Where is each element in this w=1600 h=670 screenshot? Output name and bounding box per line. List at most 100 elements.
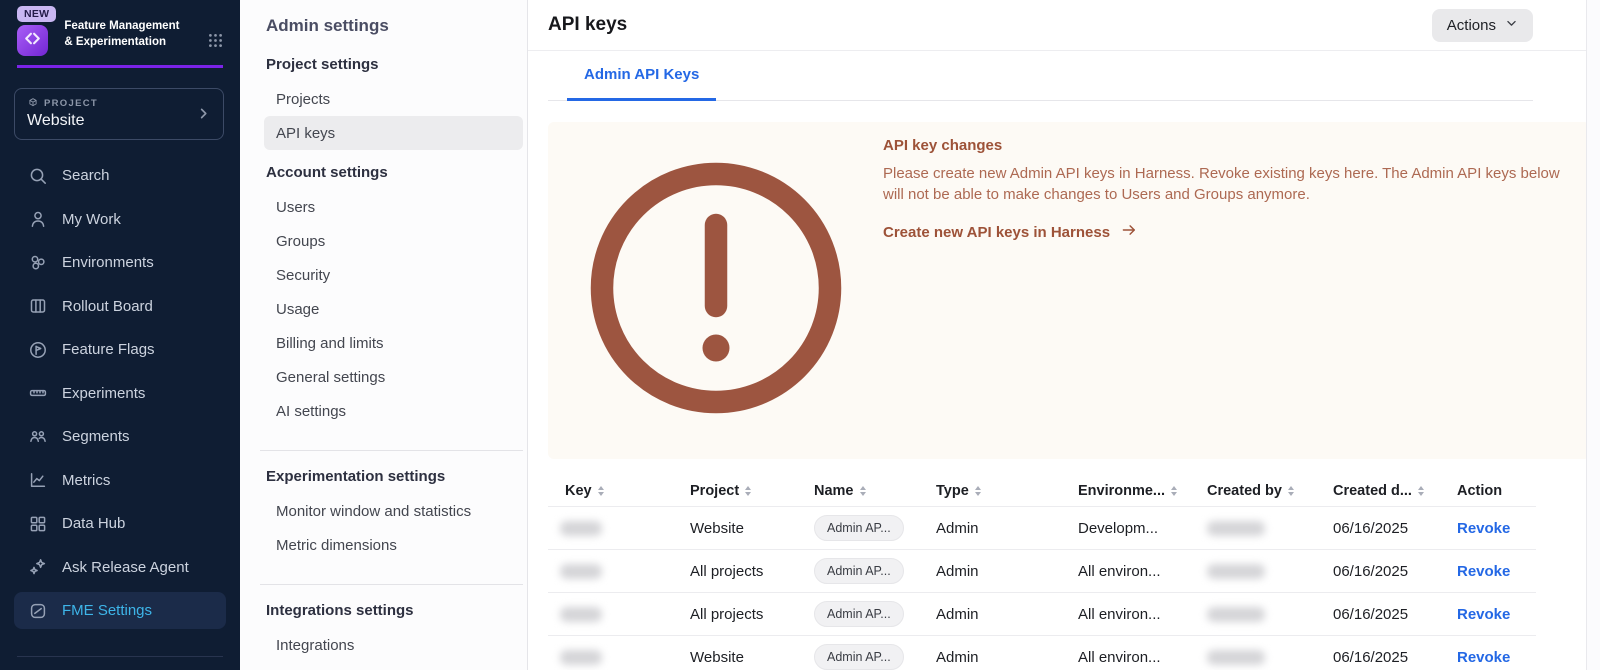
sidebar-nav-item[interactable]: Environments <box>0 241 240 285</box>
environments-icon <box>28 253 48 273</box>
sidebar-nav-label: Environments <box>62 254 154 271</box>
sort-icon[interactable] <box>1171 486 1177 496</box>
sidebar-nav-label: Metrics <box>62 472 110 489</box>
settings-nav-item[interactable]: Groups <box>264 224 523 258</box>
created-by-cell <box>1207 521 1333 536</box>
settings-nav-item[interactable]: AI settings <box>264 394 523 428</box>
type-cell: Admin <box>936 606 1078 623</box>
page-title: API keys <box>548 14 627 36</box>
sort-icon[interactable] <box>860 486 866 496</box>
sidebar-nav-label: Feature Flags <box>62 341 155 358</box>
sidebar-nav-item[interactable]: Ask Release Agent <box>0 546 240 590</box>
revoke-link[interactable]: Revoke <box>1457 520 1510 537</box>
name-cell: Admin AP... <box>814 601 936 627</box>
redacted-key <box>560 521 602 536</box>
sort-icon[interactable] <box>975 486 981 496</box>
split-diamond-icon <box>22 28 43 54</box>
sort-icon[interactable] <box>598 486 604 496</box>
action-cell: Revoke <box>1457 520 1536 537</box>
type-cell: Admin <box>936 520 1078 537</box>
sort-icon[interactable] <box>745 486 751 496</box>
sidebar-nav-item[interactable]: Data Hub <box>0 502 240 546</box>
tab-admin-api-keys[interactable]: Admin API Keys <box>567 51 716 101</box>
settings-nav-item[interactable]: Users <box>264 190 523 224</box>
settings-group: Experimentation settings Monitor window … <box>264 467 523 585</box>
revoke-link[interactable]: Revoke <box>1457 649 1510 666</box>
settings-nav-label: Integrations <box>276 637 354 654</box>
settings-nav-label: Billing and limits <box>276 335 384 352</box>
settings-group: Project settings Projects API keys <box>264 55 523 150</box>
settings-nav-item[interactable]: Projects <box>264 82 523 116</box>
project-selector[interactable]: PROJECT Website <box>14 88 224 140</box>
project-label: PROJECT <box>44 98 98 109</box>
metrics-icon <box>28 470 48 490</box>
sidebar-nav-item[interactable]: Metrics <box>0 459 240 503</box>
settings-nav-item[interactable]: General settings <box>264 360 523 394</box>
brand-header: NEW Feature Management & Experimentation <box>0 0 240 56</box>
sidebar-nav-label: Experiments <box>62 385 145 402</box>
api-key-changes-notice: API key changes Please create new Admin … <box>548 122 1590 459</box>
settings-nav-item[interactable]: Usage <box>264 292 523 326</box>
sidebar-nav-label: Search <box>62 167 110 184</box>
chevron-right-icon <box>196 106 211 121</box>
sidebar-nav-label: FME Settings <box>62 602 152 619</box>
sidebar-nav-label: Ask Release Agent <box>62 559 189 576</box>
settings-nav-label: Groups <box>276 233 325 250</box>
settings-nav-label: Projects <box>276 91 330 108</box>
settings-group: Account settings Users Groups Security U… <box>264 163 523 451</box>
column-header-label: Project <box>690 483 739 499</box>
settings-nav-item[interactable]: Metric dimensions <box>264 528 523 562</box>
sidebar-nav-item[interactable]: Experiments <box>0 372 240 416</box>
redacted-key <box>560 564 602 579</box>
settings-nav-panel: Admin settings Project settings Projects… <box>240 0 528 670</box>
app-grid-icon[interactable] <box>207 32 224 56</box>
environment-cell: All environ... <box>1078 563 1207 580</box>
app-title: Feature Management & Experimentation <box>64 6 186 56</box>
settings-nav-item[interactable]: Billing and limits <box>264 326 523 360</box>
revoke-link[interactable]: Revoke <box>1457 563 1510 580</box>
main-content: API keys Actions Admin API Keys API key … <box>528 0 1600 670</box>
settings-nav-item[interactable]: Security <box>264 258 523 292</box>
settings-nav-item[interactable]: API keys <box>264 116 523 150</box>
action-cell: Revoke <box>1457 606 1536 623</box>
redacted-created-by <box>1207 607 1265 622</box>
brand-underline <box>17 65 223 68</box>
settings-group-title: Project settings <box>266 55 523 75</box>
sidebar-nav-item[interactable]: My Work <box>0 198 240 242</box>
table-row: Website Admin AP... Admin Developm... 06… <box>548 507 1536 550</box>
settings-nav-item[interactable]: Monitor window and statistics <box>264 494 523 528</box>
new-badge: NEW <box>17 6 56 22</box>
create-api-keys-link[interactable]: Create new API keys in Harness <box>883 222 1572 242</box>
settings-group: Integrations settings Integrations <box>264 601 523 662</box>
actions-button[interactable]: Actions <box>1432 9 1533 42</box>
notice-title: API key changes <box>883 137 1572 154</box>
settings-nav-label: Security <box>276 267 330 284</box>
table-row: All projects Admin AP... Admin All envir… <box>548 550 1536 593</box>
table-column-header: Project <box>690 483 814 499</box>
sidebar-divider <box>17 656 223 657</box>
sidebar-nav-label: My Work <box>62 211 121 228</box>
sort-icon[interactable] <box>1288 486 1294 496</box>
sort-icon[interactable] <box>1418 486 1424 496</box>
sidebar-nav-item[interactable]: Feature Flags <box>0 328 240 372</box>
api-keys-table: Key Project Name Type Environme... Creat… <box>548 475 1536 670</box>
key-cell <box>548 607 690 622</box>
settings-group-divider <box>260 584 523 585</box>
redacted-key <box>560 650 602 665</box>
sidebar-nav-item[interactable]: Search <box>0 154 240 198</box>
tab-bar: Admin API Keys <box>548 51 1533 101</box>
column-header-label: Type <box>936 483 969 499</box>
settings-nav-item[interactable]: Integrations <box>264 628 523 662</box>
created-date-cell: 06/16/2025 <box>1333 563 1457 580</box>
scrollbar-track[interactable] <box>1586 0 1600 670</box>
sidebar-nav-item[interactable]: Segments <box>0 415 240 459</box>
arrow-right-icon <box>1121 222 1137 242</box>
name-cell: Admin AP... <box>814 558 936 584</box>
created-date-cell: 06/16/2025 <box>1333 520 1457 537</box>
column-header-label: Key <box>565 483 592 499</box>
action-cell: Revoke <box>1457 649 1536 666</box>
sidebar-nav-item[interactable]: FME Settings <box>14 592 226 629</box>
chevron-down-icon <box>1505 17 1518 34</box>
revoke-link[interactable]: Revoke <box>1457 606 1510 623</box>
sidebar-nav-item[interactable]: Rollout Board <box>0 285 240 329</box>
